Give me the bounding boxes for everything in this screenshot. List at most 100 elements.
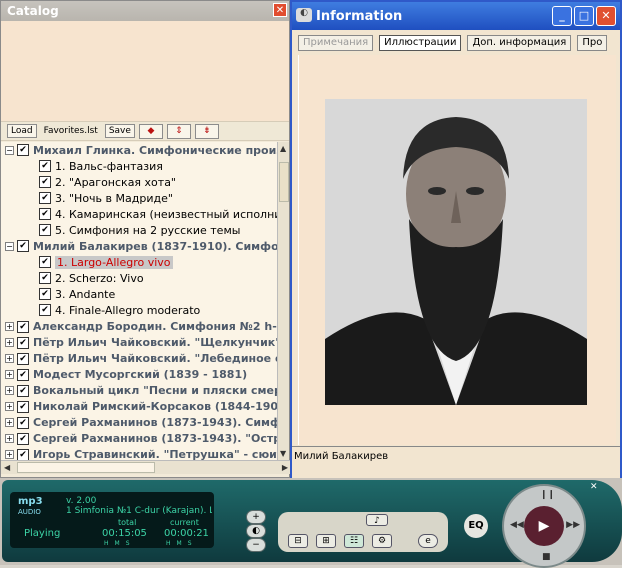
illustration-caption: Милий Балакирев: [292, 446, 620, 479]
volume-up-button[interactable]: +: [246, 510, 266, 524]
checkbox[interactable]: ✔: [39, 208, 51, 221]
tree-group-row[interactable]: +✔ Пётр Ильич Чайковский. "Лебединое озер: [1, 351, 277, 367]
horizontal-scroll-thumb[interactable]: [17, 462, 155, 473]
tree-group-row[interactable]: + ✔ Вокальный цикл "Песни и пляски смерти": [1, 383, 277, 399]
tree-item-label: Пётр Ильич Чайковский. "Лебединое озер: [33, 352, 277, 366]
checkbox[interactable]: ✔: [17, 368, 29, 381]
info-tab[interactable]: Примечания: [298, 35, 374, 51]
vertical-scroll-thumb[interactable]: [279, 162, 289, 202]
checkbox[interactable]: ✔: [17, 384, 29, 397]
checkbox[interactable]: ✔: [39, 224, 51, 237]
expand-toggle-icon[interactable]: −: [5, 241, 14, 251]
tree-group-row[interactable]: + ✔ Александр Бородин. Симфония №2 h-mo: [1, 319, 277, 335]
info-tab[interactable]: Доп. информация: [467, 35, 572, 51]
tree-track-row[interactable]: ✔ 5. Симфония на 2 русские темы: [1, 222, 277, 238]
previous-icon[interactable]: ◀◀: [510, 520, 524, 530]
checkbox[interactable]: ✔: [39, 176, 51, 189]
open-file-icon[interactable]: ⊞: [316, 534, 336, 548]
play-button[interactable]: ▶: [524, 506, 564, 546]
checkbox[interactable]: ✔: [39, 256, 51, 269]
scroll-right-icon[interactable]: ▶: [282, 463, 288, 472]
playlist-icon[interactable]: ☷: [344, 534, 364, 548]
scroll-left-icon[interactable]: ◀: [4, 463, 10, 472]
catalog-toolbar: Load Favorites.lst Save ◆ ⇕ ⇟: [1, 121, 289, 141]
checkbox[interactable]: ✔: [17, 240, 29, 253]
next-icon[interactable]: ▶▶: [566, 520, 580, 530]
checkbox[interactable]: ✔: [17, 336, 29, 349]
info-tab[interactable]: Про: [577, 35, 608, 51]
catalog-close-button[interactable]: ✕: [273, 3, 287, 17]
checkbox[interactable]: ✔: [39, 304, 51, 317]
tree-group-row[interactable]: − ✔ Михаил Глинка. Симфонические произве: [1, 142, 277, 158]
balance-button[interactable]: ◐: [246, 524, 266, 538]
info-close-button[interactable]: ✕: [596, 6, 616, 26]
tree-group-row[interactable]: + ✔ Сергей Рахманинов (1873-1943). "Остров: [1, 431, 277, 447]
tree-track-row[interactable]: ✔ 3. Andante: [1, 286, 277, 302]
expand-toggle-icon[interactable]: +: [5, 370, 14, 380]
information-window: ◐ Information _ □ ✕ Примечания Иллюстраци…: [290, 0, 622, 481]
checkbox[interactable]: ✔: [17, 320, 29, 333]
checkbox[interactable]: ✔: [39, 288, 51, 301]
internet-icon[interactable]: e: [418, 534, 438, 548]
tree-track-row[interactable]: ✔ 2. "Арагонская хота": [1, 174, 277, 190]
info-tab[interactable]: Иллюстрации: [379, 35, 462, 51]
tree-group-row[interactable]: + ✔ Модест Мусоргский (1839 - 1881): [1, 367, 277, 383]
expand-toggle-icon[interactable]: +: [5, 418, 14, 428]
mp3-logo: mp3: [18, 496, 43, 507]
transport-wheel[interactable]: ▶ ❙❙ ◀◀ ▶▶ ■: [502, 484, 586, 568]
expand-toggle-icon[interactable]: +: [5, 402, 14, 412]
checkbox[interactable]: ✔: [17, 448, 29, 460]
expand-toggle-icon[interactable]: +: [5, 434, 14, 444]
checkbox[interactable]: ✔: [17, 432, 29, 445]
expand-toggle-icon[interactable]: +: [5, 386, 14, 396]
tree-track-row[interactable]: ✔ 4. Finale-Allegro moderato: [1, 302, 277, 318]
tree-group-row[interactable]: + ✔ Сергей Рахманинов (1873-1943). Симфони: [1, 415, 277, 431]
tree-group-row[interactable]: − ✔ Милий Балакирев (1837-1910). Симфония: [1, 238, 277, 254]
checkbox[interactable]: ✔: [39, 192, 51, 205]
stop-icon[interactable]: ■: [542, 552, 551, 562]
open-folder-icon[interactable]: ⊟: [288, 534, 308, 548]
speaker-icon[interactable]: ♪: [366, 514, 388, 526]
checkbox[interactable]: ✔: [39, 272, 51, 285]
tree-track-row[interactable]: ✔ 1. Largo-Allegro vivo: [1, 254, 277, 270]
bottom-icon[interactable]: ⇟: [194, 123, 219, 139]
sort-icon[interactable]: ⇕: [166, 123, 191, 139]
checkbox[interactable]: ✔: [39, 160, 51, 173]
current-time: 00:00:21: [164, 528, 209, 539]
catalog-preview-area: [1, 21, 289, 121]
volume-down-button[interactable]: −: [246, 538, 266, 552]
settings-icon[interactable]: ⚙: [372, 534, 392, 548]
pause-icon[interactable]: ❙❙: [540, 490, 555, 500]
player-close-icon[interactable]: ✕: [590, 482, 598, 492]
checkbox[interactable]: ✔: [17, 400, 29, 413]
equalizer-button[interactable]: EQ: [464, 514, 488, 538]
expand-toggle-icon[interactable]: +: [5, 450, 14, 460]
scroll-down-icon[interactable]: ▼: [280, 449, 286, 458]
tree-track-row[interactable]: ✔ 3. "Ночь в Мадриде": [1, 190, 277, 206]
move-icon[interactable]: ◆: [138, 123, 163, 139]
tree-group-row[interactable]: + ✔ Николай Римский-Корсаков (1844-1908): [1, 399, 277, 415]
horizontal-scrollbar[interactable]: ◀ ▶: [1, 460, 291, 474]
expand-toggle-icon[interactable]: +: [5, 354, 14, 364]
catalog-tree[interactable]: − ✔ Михаил Глинка. Симфонические произве ✔ 1…: [1, 142, 277, 460]
minimize-button[interactable]: _: [552, 6, 572, 26]
tree-item-label: Модест Мусоргский (1839 - 1881): [33, 368, 248, 382]
tree-track-row[interactable]: ✔ 1. Вальс-фантазия: [1, 158, 277, 174]
tree-group-row[interactable]: +✔ Пётр Ильич Чайковский. "Щелкунчик", ор: [1, 335, 277, 351]
vertical-scrollbar[interactable]: ▲ ▼: [277, 142, 289, 460]
catalog-titlebar[interactable]: Catalog ✕: [1, 1, 289, 21]
maximize-button[interactable]: □: [574, 6, 594, 26]
checkbox[interactable]: ✔: [17, 416, 29, 429]
load-button[interactable]: Load: [7, 124, 37, 138]
expand-toggle-icon[interactable]: +: [5, 338, 14, 348]
expand-toggle-icon[interactable]: −: [5, 145, 14, 155]
tree-group-row[interactable]: +✔ Игорь Стравинский. "Петрушка" - сюита …: [1, 447, 277, 460]
scroll-up-icon[interactable]: ▲: [280, 144, 286, 153]
checkbox[interactable]: ✔: [17, 352, 29, 365]
tree-track-row[interactable]: ✔ 2. Scherzo: Vivo: [1, 270, 277, 286]
expand-toggle-icon[interactable]: +: [5, 322, 14, 332]
tree-track-row[interactable]: ✔ 4. Камаринская (неизвестный исполнител: [1, 206, 277, 222]
checkbox[interactable]: ✔: [17, 144, 29, 157]
info-titlebar[interactable]: ◐ Information _ □ ✕: [292, 2, 620, 30]
save-button[interactable]: Save: [104, 124, 135, 138]
